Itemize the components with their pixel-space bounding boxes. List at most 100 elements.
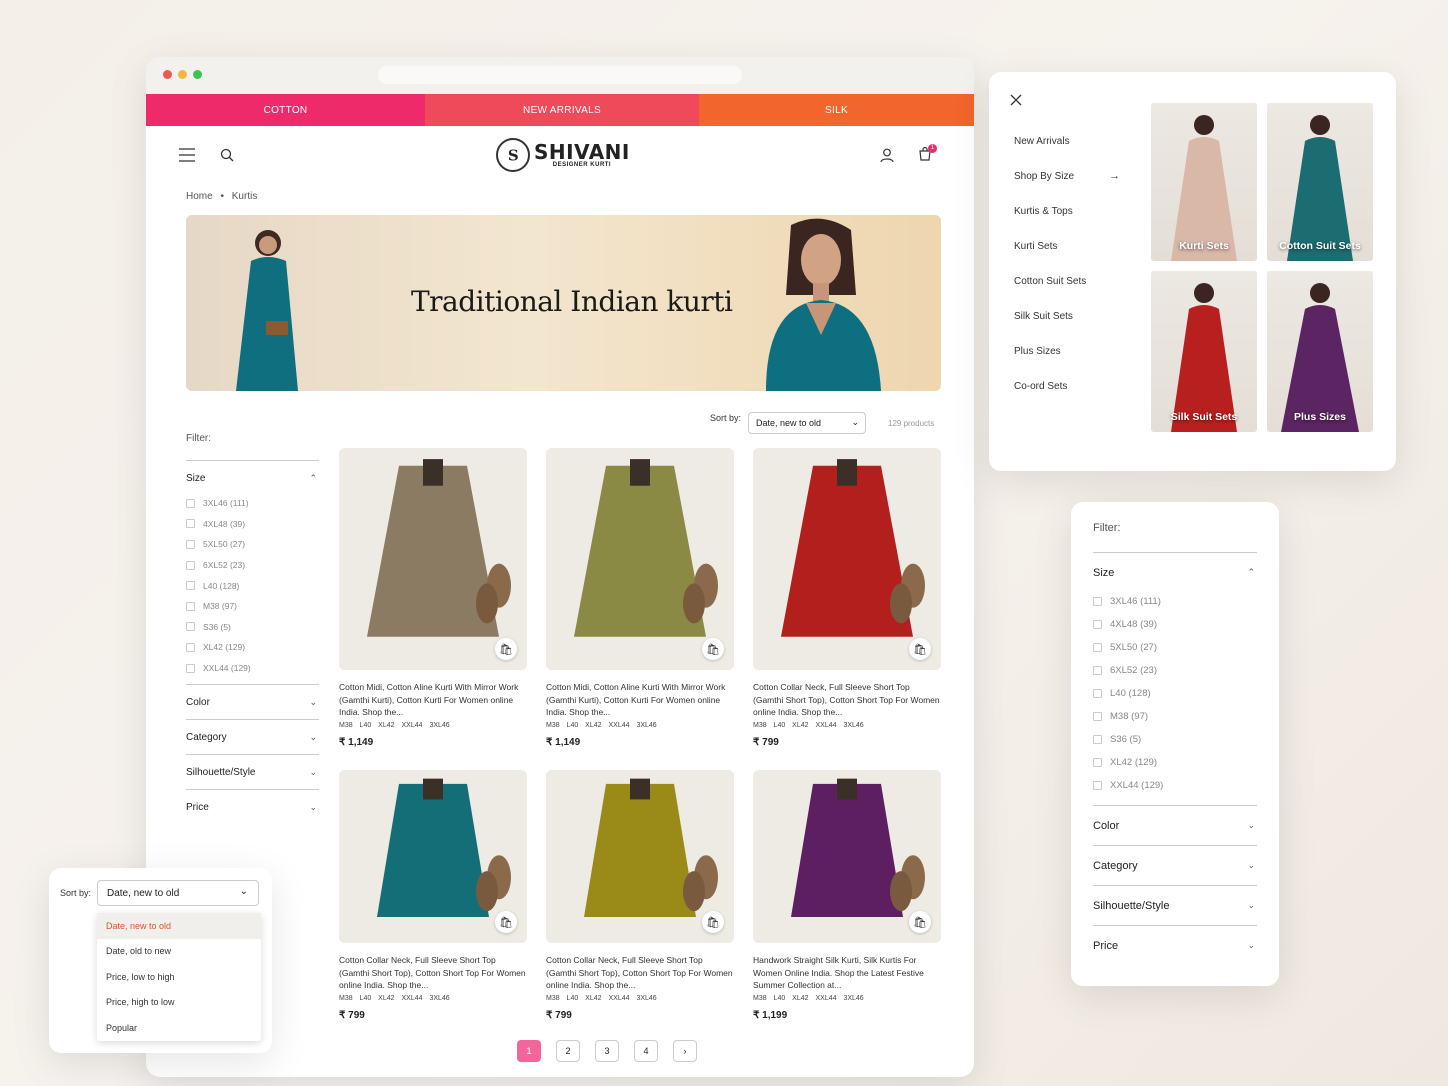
checkbox[interactable] bbox=[186, 519, 195, 529]
product-image[interactable]: 🛍 bbox=[753, 770, 941, 943]
product-image[interactable]: 🛍 bbox=[546, 770, 734, 943]
filter-size-section[interactable]: Size ⌃ 3XL46 (111) 4XL48 (39) 5XL50 (27) 6X… bbox=[186, 460, 319, 678]
checkbox[interactable] bbox=[186, 581, 195, 591]
product-card[interactable]: 🛍 Handwork Straight Silk Kurti, Silk Kurt… bbox=[753, 770, 941, 1021]
close-icon[interactable] bbox=[1010, 94, 1022, 106]
filter-section-silhouette-style[interactable]: Silhouette/Style ⌄ bbox=[186, 754, 319, 789]
arrow-right-icon[interactable]: → bbox=[1109, 170, 1120, 182]
size-option[interactable]: M38 (97) bbox=[186, 596, 319, 617]
size-option[interactable]: XL42 (129) bbox=[1093, 751, 1257, 774]
filter-section-color[interactable]: Color ⌄ bbox=[186, 684, 319, 719]
menu-item-kurti-sets[interactable]: Kurti Sets bbox=[1014, 241, 1057, 252]
size-option[interactable]: XXL44 (129) bbox=[186, 658, 319, 679]
product-card[interactable]: 🛍 Cotton Collar Neck, Full Sleeve Short T… bbox=[339, 770, 527, 1021]
checkbox[interactable] bbox=[1093, 758, 1102, 767]
sort-option[interactable]: Price, low to high bbox=[97, 964, 261, 990]
nav-cotton[interactable]: COTTON bbox=[146, 94, 425, 126]
size-option[interactable]: XXL44 (129) bbox=[1093, 774, 1257, 797]
sort-option[interactable]: Date, old to new bbox=[97, 939, 261, 965]
product-image[interactable]: 🛍 bbox=[339, 448, 527, 670]
filter-section-price[interactable]: Price ⌄ bbox=[186, 789, 319, 824]
product-name[interactable]: Handwork Straight Silk Kurti, Silk Kurti… bbox=[753, 954, 941, 992]
page-button[interactable]: 4 bbox=[634, 1040, 658, 1062]
product-name[interactable]: Cotton Midi, Cotton Aline Kurti With Mir… bbox=[546, 681, 734, 719]
close-dot[interactable] bbox=[163, 70, 172, 79]
checkbox[interactable] bbox=[1093, 735, 1102, 744]
product-image[interactable]: 🛍 bbox=[546, 448, 734, 670]
nav-new-arrivals[interactable]: NEW ARRIVALS bbox=[425, 94, 699, 126]
size-option[interactable]: 6XL52 (23) bbox=[186, 555, 319, 576]
page-button[interactable]: 1 bbox=[517, 1040, 541, 1062]
filter-section-price[interactable]: Price ⌄ bbox=[1093, 925, 1257, 965]
next-page-icon[interactable]: › bbox=[673, 1040, 697, 1062]
filter-size-section[interactable]: Size ⌃ 3XL46 (111) 4XL48 (39) 5XL50 (27) 6X… bbox=[1093, 552, 1257, 797]
filter-section-color[interactable]: Color ⌄ bbox=[1093, 805, 1257, 845]
search-icon[interactable] bbox=[220, 148, 234, 162]
checkbox[interactable] bbox=[186, 601, 195, 611]
add-to-bag-icon[interactable]: 🛍 bbox=[495, 911, 517, 933]
sort-option[interactable]: Popular bbox=[97, 1015, 261, 1041]
nav-silk[interactable]: SILK bbox=[699, 94, 974, 126]
menu-category-tile[interactable]: Cotton Suit Sets bbox=[1267, 103, 1373, 261]
size-option[interactable]: 3XL46 (111) bbox=[1093, 590, 1257, 613]
menu-item-new-arrivals[interactable]: New Arrivals bbox=[1014, 136, 1070, 147]
menu-item-cotton-suit-sets[interactable]: Cotton Suit Sets bbox=[1014, 276, 1086, 287]
checkbox[interactable] bbox=[1093, 643, 1102, 652]
chevron-up-icon[interactable]: ⌃ bbox=[1247, 567, 1255, 578]
sort-select[interactable]: Date, new to old ⌄ bbox=[97, 880, 259, 906]
page-button[interactable]: 3 bbox=[595, 1040, 619, 1062]
sort-option[interactable]: Price, high to low bbox=[97, 990, 261, 1016]
add-to-bag-icon[interactable]: 🛍 bbox=[495, 638, 517, 660]
menu-category-tile[interactable]: Plus Sizes bbox=[1267, 271, 1373, 432]
product-name[interactable]: Cotton Midi, Cotton Aline Kurti With Mir… bbox=[339, 681, 527, 719]
breadcrumb-home[interactable]: Home bbox=[186, 191, 213, 202]
size-option[interactable]: 5XL50 (27) bbox=[1093, 636, 1257, 659]
sort-select[interactable]: Date, new to old ⌄ bbox=[748, 412, 866, 434]
size-option[interactable]: L40 (128) bbox=[1093, 682, 1257, 705]
checkbox[interactable] bbox=[186, 560, 195, 570]
sort-option[interactable]: Date, new to old bbox=[97, 913, 261, 939]
add-to-bag-icon[interactable]: 🛍 bbox=[702, 638, 724, 660]
maximize-dot[interactable] bbox=[193, 70, 202, 79]
checkbox[interactable] bbox=[186, 663, 195, 673]
address-bar[interactable] bbox=[378, 66, 742, 84]
checkbox[interactable] bbox=[186, 622, 195, 632]
product-name[interactable]: Cotton Collar Neck, Full Sleeve Short To… bbox=[339, 954, 527, 992]
menu-item-silk-suit-sets[interactable]: Silk Suit Sets bbox=[1014, 311, 1073, 322]
checkbox[interactable] bbox=[186, 642, 195, 652]
size-option[interactable]: 5XL50 (27) bbox=[186, 534, 319, 555]
size-option[interactable]: 3XL46 (111) bbox=[186, 493, 319, 514]
filter-section-silhouette-style[interactable]: Silhouette/Style ⌄ bbox=[1093, 885, 1257, 925]
checkbox[interactable] bbox=[1093, 781, 1102, 790]
menu-category-tile[interactable]: Silk Suit Sets bbox=[1151, 271, 1257, 432]
size-option[interactable]: M38 (97) bbox=[1093, 705, 1257, 728]
filter-section-category[interactable]: Category ⌄ bbox=[1093, 845, 1257, 885]
product-name[interactable]: Cotton Collar Neck, Full Sleeve Short To… bbox=[753, 681, 941, 719]
product-card[interactable]: 🛍 Cotton Midi, Cotton Aline Kurti With Mi… bbox=[339, 448, 527, 748]
hamburger-menu-icon[interactable] bbox=[179, 148, 195, 162]
checkbox[interactable] bbox=[1093, 597, 1102, 606]
checkbox[interactable] bbox=[1093, 712, 1102, 721]
hero-banner[interactable]: Traditional Indian kurti bbox=[186, 215, 941, 391]
size-option[interactable]: 6XL52 (23) bbox=[1093, 659, 1257, 682]
product-card[interactable]: 🛍 Cotton Midi, Cotton Aline Kurti With Mi… bbox=[546, 448, 734, 748]
size-option[interactable]: L40 (128) bbox=[186, 575, 319, 596]
checkbox[interactable] bbox=[186, 539, 195, 549]
checkbox[interactable] bbox=[1093, 689, 1102, 698]
chevron-up-icon[interactable]: ⌃ bbox=[309, 473, 317, 484]
product-image[interactable]: 🛍 bbox=[339, 770, 527, 943]
menu-item-co-ord-sets[interactable]: Co-ord Sets bbox=[1014, 381, 1067, 392]
checkbox[interactable] bbox=[186, 498, 195, 508]
checkbox[interactable] bbox=[1093, 666, 1102, 675]
user-account-icon[interactable] bbox=[880, 148, 894, 163]
size-option[interactable]: S36 (5) bbox=[186, 617, 319, 638]
menu-item-kurtis-tops[interactable]: Kurtis & Tops bbox=[1014, 206, 1073, 217]
minimize-dot[interactable] bbox=[178, 70, 187, 79]
size-option[interactable]: 4XL48 (39) bbox=[186, 514, 319, 535]
add-to-bag-icon[interactable]: 🛍 bbox=[909, 638, 931, 660]
brand-logo[interactable]: S SHIVANI DESIGNER KURTI bbox=[488, 130, 630, 180]
add-to-bag-icon[interactable]: 🛍 bbox=[702, 911, 724, 933]
size-option[interactable]: 4XL48 (39) bbox=[1093, 613, 1257, 636]
menu-category-tile[interactable]: Kurti Sets bbox=[1151, 103, 1257, 261]
product-card[interactable]: 🛍 Cotton Collar Neck, Full Sleeve Short T… bbox=[753, 448, 941, 748]
